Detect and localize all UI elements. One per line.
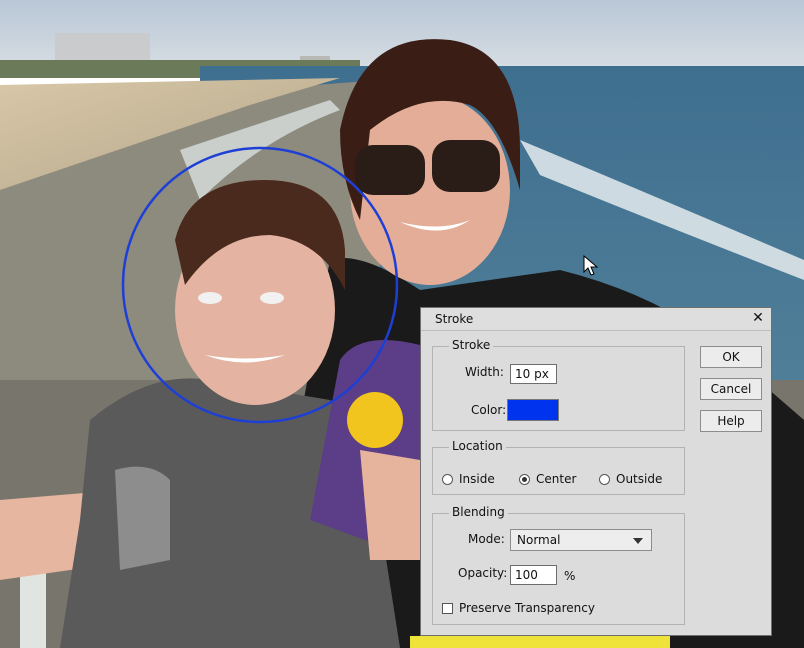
preserve-transparency-label: Preserve Transparency bbox=[459, 601, 595, 615]
stroke-dialog: Stroke ✕ Stroke Width: 10 px Color: Loca… bbox=[420, 307, 772, 636]
radio-center-circle[interactable] bbox=[519, 473, 530, 485]
radio-inside-circle[interactable] bbox=[442, 473, 453, 485]
opacity-label: Opacity: bbox=[458, 566, 508, 580]
preserve-checkbox-box[interactable] bbox=[442, 602, 453, 614]
blending-group: Blending Mode: Normal Opacity: 100 % Pre… bbox=[432, 505, 685, 625]
radio-outside-circle[interactable] bbox=[599, 473, 610, 485]
dialog-title: Stroke bbox=[435, 312, 474, 326]
opacity-input[interactable]: 100 bbox=[510, 565, 557, 585]
width-label: Width: bbox=[465, 365, 504, 379]
location-group: Location Inside Center Outside bbox=[432, 439, 685, 495]
location-outside-radio[interactable]: Outside bbox=[599, 472, 662, 486]
close-icon: ✕ bbox=[752, 310, 764, 326]
opacity-unit: % bbox=[564, 569, 576, 583]
cancel-button[interactable]: Cancel bbox=[700, 378, 762, 400]
dialog-titlebar[interactable]: Stroke ✕ bbox=[421, 308, 771, 331]
location-group-label: Location bbox=[449, 439, 506, 453]
location-inside-radio[interactable]: Inside bbox=[442, 472, 495, 486]
color-label: Color: bbox=[471, 403, 507, 417]
width-input[interactable]: 10 px bbox=[510, 364, 557, 384]
chevron-down-icon bbox=[633, 538, 643, 544]
blend-mode-value: Normal bbox=[517, 533, 561, 547]
blend-mode-select[interactable]: Normal bbox=[510, 529, 652, 551]
ok-button[interactable]: OK bbox=[700, 346, 762, 368]
stroke-group-label: Stroke bbox=[449, 338, 494, 352]
outside-label: Outside bbox=[616, 472, 663, 486]
location-center-radio[interactable]: Center bbox=[519, 472, 576, 486]
close-button[interactable]: ✕ bbox=[749, 309, 767, 327]
preserve-transparency-checkbox[interactable]: Preserve Transparency bbox=[442, 601, 595, 615]
color-swatch[interactable] bbox=[507, 399, 559, 421]
inside-label: Inside bbox=[459, 472, 495, 486]
stroke-group: Stroke Width: 10 px Color: bbox=[432, 338, 685, 431]
help-button[interactable]: Help bbox=[700, 410, 762, 432]
center-label: Center bbox=[536, 472, 577, 486]
mouse-cursor-icon bbox=[583, 255, 599, 276]
mode-label: Mode: bbox=[468, 532, 505, 546]
blending-group-label: Blending bbox=[449, 505, 508, 519]
